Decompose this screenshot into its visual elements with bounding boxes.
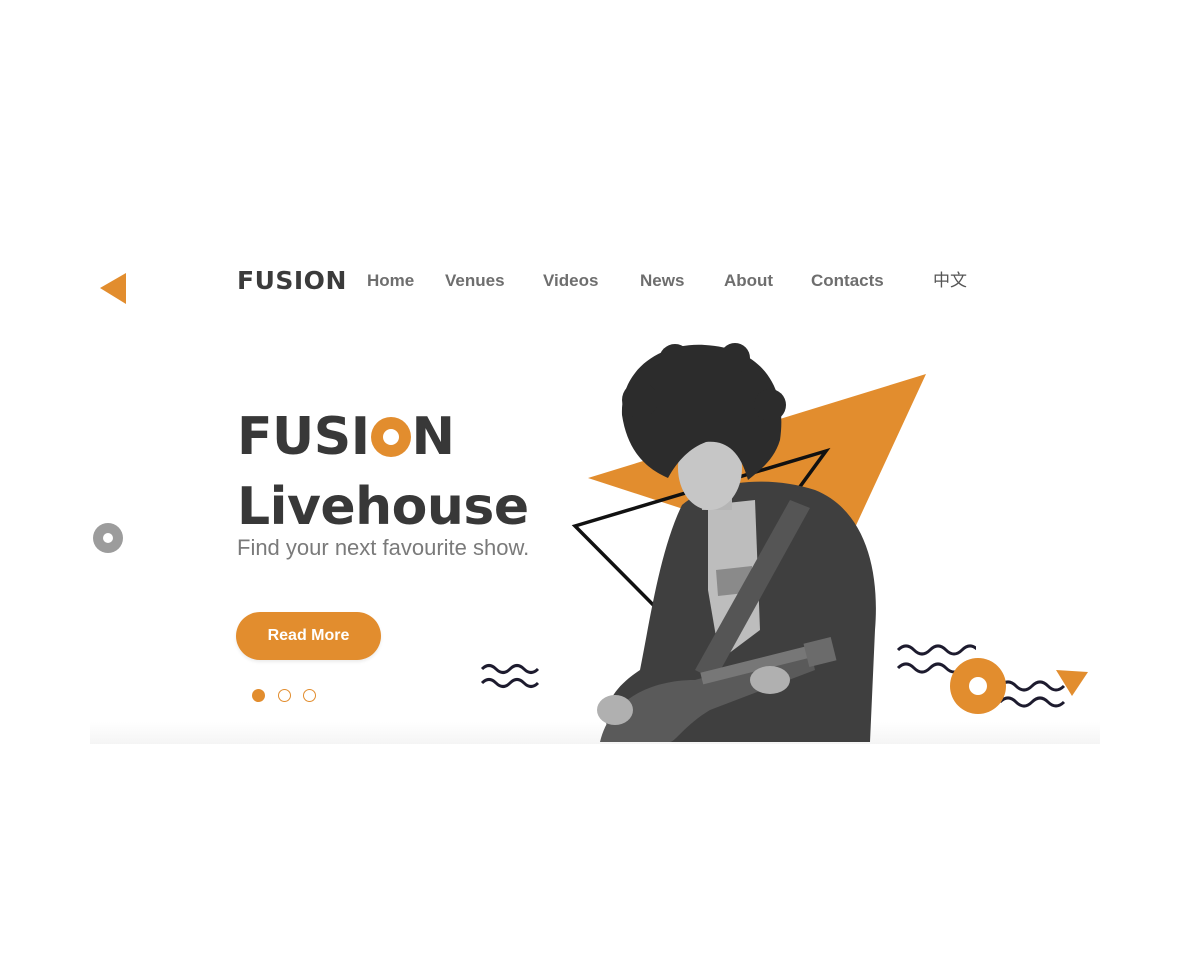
slide-dot-3[interactable] <box>303 689 316 702</box>
read-more-button[interactable]: Read More <box>236 612 381 660</box>
wave-icon <box>480 664 540 688</box>
gray-ring-icon <box>93 523 123 553</box>
nav-about[interactable]: About <box>724 270 773 292</box>
hero-title-part1: FUSI <box>237 407 370 467</box>
hero-title-part2: N <box>411 407 456 467</box>
nav-news[interactable]: News <box>640 270 684 292</box>
triangle-left-icon[interactable] <box>98 271 128 305</box>
language-switch[interactable]: 中文 <box>933 270 967 292</box>
logo[interactable]: FUSION <box>237 264 347 298</box>
hero-title: FUSI N <box>237 406 455 468</box>
nav-venues[interactable]: Venues <box>445 270 505 292</box>
nav-home[interactable]: Home <box>367 270 414 292</box>
slide-dot-2[interactable] <box>278 689 291 702</box>
nav-videos[interactable]: Videos <box>543 270 598 292</box>
slide-dot-1[interactable] <box>252 689 265 702</box>
triangle-icon <box>1056 670 1088 696</box>
orange-ring-icon <box>950 658 1006 714</box>
o-ring-icon <box>370 417 411 457</box>
nav-contacts[interactable]: Contacts <box>811 270 884 292</box>
